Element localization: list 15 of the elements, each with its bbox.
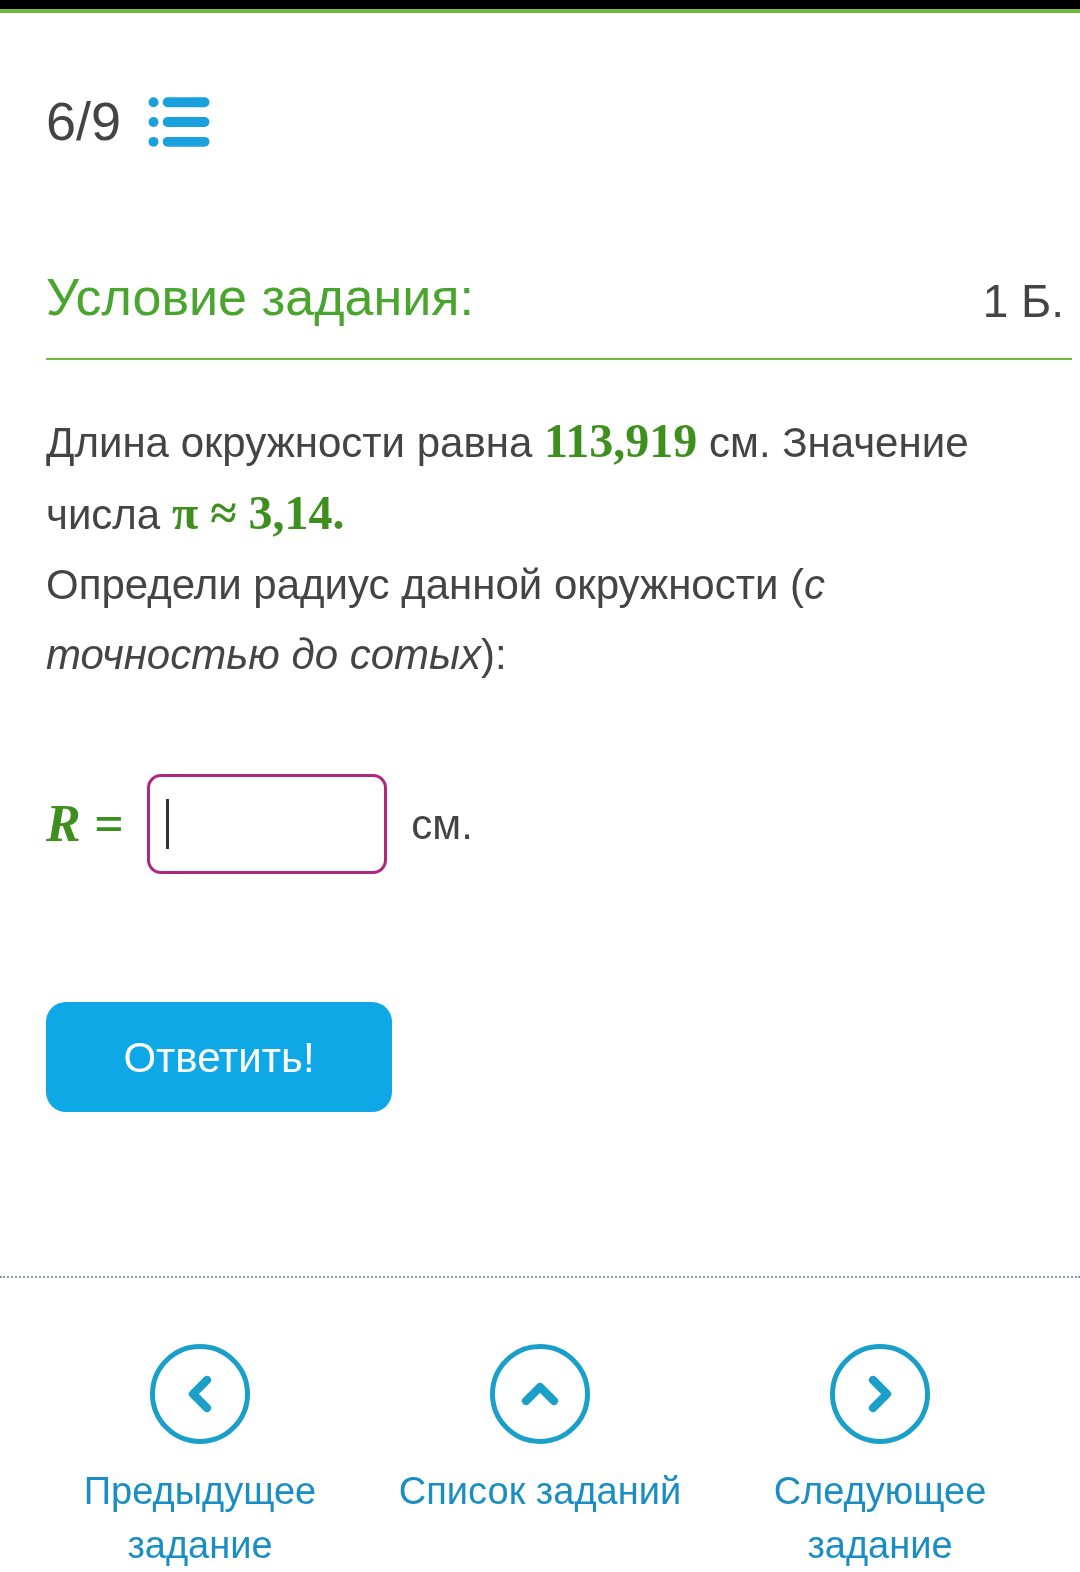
task-heading: Условие задания:	[46, 267, 474, 328]
nav-circle-button[interactable]	[830, 1344, 930, 1444]
submit-button[interactable]: Ответить!	[46, 1002, 392, 1112]
nav-link[interactable]: Список заданий	[390, 1464, 690, 1518]
unit-label: см.	[411, 799, 473, 850]
answer-label: R =	[46, 794, 124, 854]
task-points: 1 Б.	[982, 274, 1064, 329]
nav-circle-button[interactable]	[490, 1344, 590, 1444]
answer-field[interactable]	[147, 774, 388, 874]
task-counter: 6/9	[46, 90, 122, 153]
nav-link[interactable]: Следующее задание	[730, 1464, 1030, 1572]
nav-link[interactable]: Предыдущее задание	[50, 1464, 350, 1572]
task-text: Длина окружности равна 113,919 см. Значение числа π ≈ 3,14.	[46, 413, 970, 541]
task-text: Определи радиус данной окружности (с точностью до сотых):	[46, 560, 827, 680]
nav-circle-button[interactable]	[150, 1344, 250, 1444]
